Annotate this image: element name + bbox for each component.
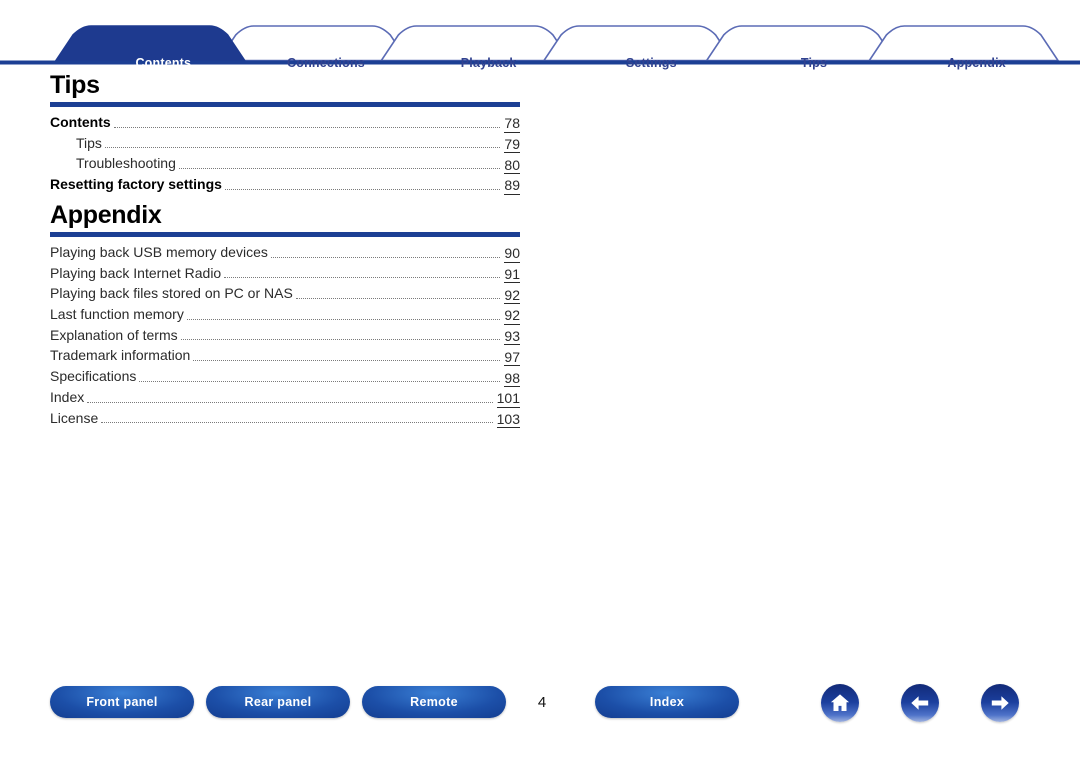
dot-leader xyxy=(101,421,492,423)
dot-leader xyxy=(296,297,501,299)
dot-leader xyxy=(224,276,500,278)
dot-leader xyxy=(179,167,501,169)
toc-entry[interactable]: Last function memory 92 xyxy=(50,304,520,325)
dot-leader xyxy=(271,256,501,258)
toc-entry[interactable]: Troubleshooting 80 xyxy=(50,153,520,174)
toc-entry[interactable]: License 103 xyxy=(50,408,520,429)
tab-shape-appendix[interactable] xyxy=(869,26,1058,61)
toc-entry-label: Resetting factory settings xyxy=(50,174,222,195)
toc-entry[interactable]: Contents 78 xyxy=(50,112,520,133)
remote-button[interactable]: Remote xyxy=(362,686,506,718)
toc-entry-label: Playing back files stored on PC or NAS xyxy=(50,283,293,304)
toc-entry-label: Troubleshooting xyxy=(50,153,176,174)
tab-shape-settings[interactable] xyxy=(544,26,733,61)
toc-page-link[interactable]: 93 xyxy=(504,329,520,345)
toc-entry[interactable]: Explanation of terms 93 xyxy=(50,325,520,346)
footer-toolbar: Front panel Rear panel Remote 4 Index xyxy=(0,686,1080,742)
dot-leader xyxy=(225,188,500,190)
arrow-left-icon[interactable] xyxy=(901,684,939,722)
toc-page-link[interactable]: 92 xyxy=(504,288,520,304)
tab-shape-connections[interactable] xyxy=(219,26,408,61)
toc-page-link[interactable]: 98 xyxy=(504,371,520,387)
toc-entry[interactable]: Playing back Internet Radio 91 xyxy=(50,263,520,284)
toc-entry-label: Index xyxy=(50,387,84,408)
toc-page-link[interactable]: 80 xyxy=(504,158,520,174)
home-icon[interactable] xyxy=(821,684,859,722)
toc-entry-label: Last function memory xyxy=(50,304,184,325)
toc-page-link[interactable]: 91 xyxy=(504,267,520,283)
tab-shape-tips[interactable] xyxy=(707,26,896,61)
toc-entry[interactable]: Index 101 xyxy=(50,387,520,408)
rear-panel-button[interactable]: Rear panel xyxy=(206,686,350,718)
section-rule xyxy=(50,102,520,107)
toc-entry[interactable]: Specifications 98 xyxy=(50,366,520,387)
tab-shape-contents[interactable] xyxy=(56,26,245,61)
toc-content: TipsContents78Tips79Troubleshooting80Res… xyxy=(50,72,520,428)
dot-leader xyxy=(193,359,500,361)
toc-page-link[interactable]: 101 xyxy=(497,391,520,407)
dot-leader xyxy=(87,401,492,403)
toc-list: Contents78Tips79Troubleshooting80Resetti… xyxy=(50,112,520,195)
toc-entry[interactable]: Resetting factory settings 89 xyxy=(50,174,520,195)
toc-page-link[interactable]: 97 xyxy=(504,350,520,366)
toc-entry-label: Contents xyxy=(50,112,111,133)
section-title: Tips xyxy=(50,72,520,99)
tab-shape-playback[interactable] xyxy=(381,26,570,61)
dot-leader xyxy=(105,146,500,148)
index-button[interactable]: Index xyxy=(595,686,739,718)
section-rule xyxy=(50,232,520,237)
dot-leader xyxy=(187,318,501,320)
section-title: Appendix xyxy=(50,202,520,229)
dot-leader xyxy=(114,126,501,128)
tab-bar-shapes xyxy=(0,22,1080,66)
toc-page-link[interactable]: 92 xyxy=(504,308,520,324)
toc-entry-label: Trademark information xyxy=(50,345,190,366)
toc-page-link[interactable]: 78 xyxy=(504,116,520,132)
front-panel-button[interactable]: Front panel xyxy=(50,686,194,718)
toc-page-link[interactable]: 103 xyxy=(497,412,520,428)
tab-baseline-rule xyxy=(0,61,1080,65)
toc-entry[interactable]: Tips 79 xyxy=(50,133,520,154)
toc-page-link[interactable]: 89 xyxy=(504,178,520,194)
toc-entry-label: Playing back Internet Radio xyxy=(50,263,221,284)
toc-entry-label: Specifications xyxy=(50,366,136,387)
toc-entry-label: License xyxy=(50,408,98,429)
tab-bar: ContentsConnectionsPlaybackSettingsTipsA… xyxy=(0,22,1080,66)
toc-entry-label: Explanation of terms xyxy=(50,325,178,346)
page-number: 4 xyxy=(512,686,572,718)
toc-page-link[interactable]: 90 xyxy=(504,246,520,262)
toc-list: Playing back USB memory devices90Playing… xyxy=(50,242,520,428)
toc-entry[interactable]: Trademark information 97 xyxy=(50,345,520,366)
dot-leader xyxy=(139,380,500,382)
toc-entry[interactable]: Playing back USB memory devices 90 xyxy=(50,242,520,263)
toc-entry-label: Playing back USB memory devices xyxy=(50,242,268,263)
dot-leader xyxy=(181,338,501,340)
toc-page-link[interactable]: 79 xyxy=(504,137,520,153)
toc-entry-label: Tips xyxy=(50,133,102,154)
arrow-right-icon[interactable] xyxy=(981,684,1019,722)
toc-entry[interactable]: Playing back files stored on PC or NAS 92 xyxy=(50,283,520,304)
